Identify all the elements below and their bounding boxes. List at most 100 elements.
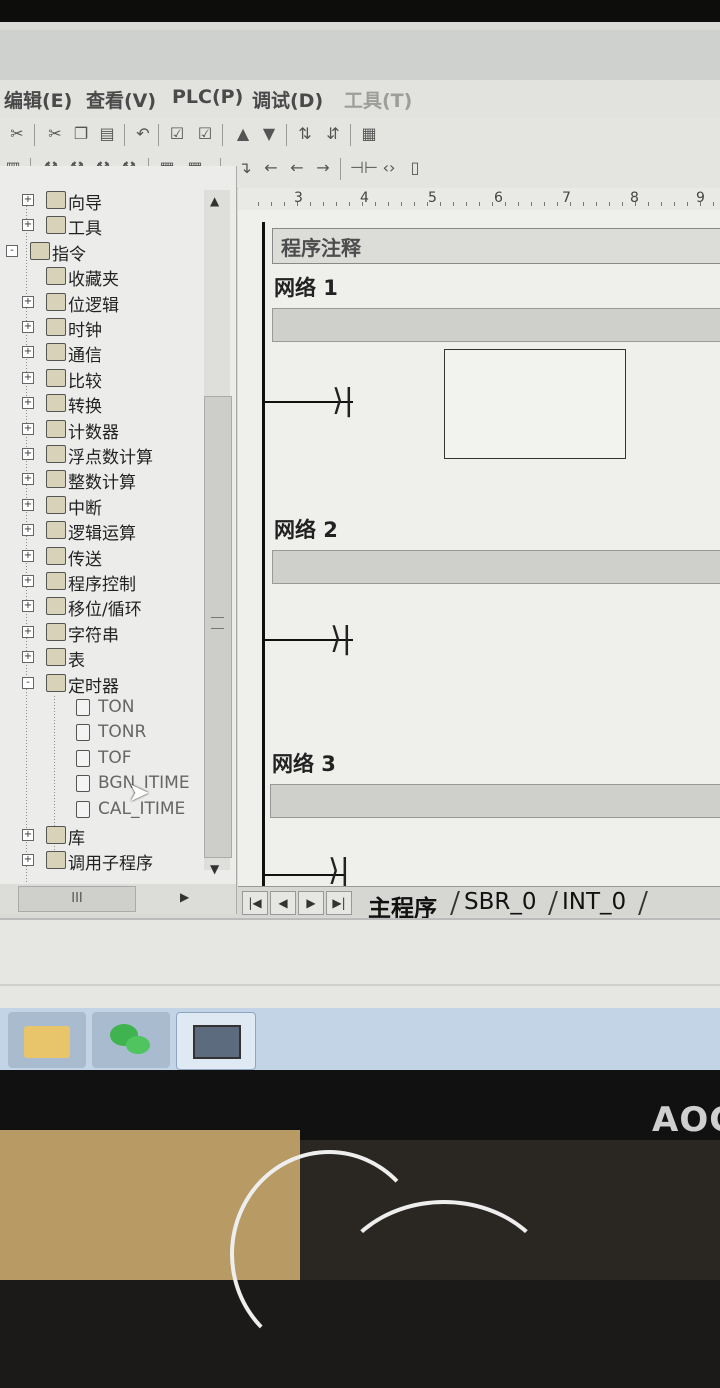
expand-icon[interactable]: + bbox=[22, 854, 34, 867]
menu-debug[interactable]: 调试(D) bbox=[252, 86, 323, 113]
wechat-icon[interactable] bbox=[92, 1012, 170, 1068]
network-title[interactable]: 网络 2 bbox=[274, 514, 338, 544]
menu-plc[interactable]: PLC(P) bbox=[172, 86, 243, 108]
output-splitter[interactable] bbox=[0, 984, 720, 986]
step7-microwin-icon[interactable] bbox=[176, 1012, 256, 1070]
folder-icon bbox=[46, 470, 66, 489]
scroll-right-icon[interactable]: ▶ bbox=[180, 890, 189, 904]
cable bbox=[330, 1200, 558, 1388]
coil-insert-icon[interactable]: ‹› bbox=[378, 158, 400, 177]
program-comment-label: 程序注释 bbox=[281, 236, 361, 260]
expand-icon[interactable]: + bbox=[22, 397, 34, 410]
open-contact-icon[interactable]: ⟩| bbox=[328, 856, 350, 886]
tree-scroll-thumb[interactable] bbox=[204, 396, 232, 858]
explorer-icon[interactable] bbox=[8, 1012, 86, 1068]
tree-item-label: 字符串 bbox=[68, 625, 119, 646]
upload-icon[interactable]: ▲ bbox=[232, 124, 254, 143]
expand-icon[interactable]: + bbox=[22, 524, 34, 537]
title-bar bbox=[0, 30, 720, 80]
expand-icon[interactable]: + bbox=[22, 194, 34, 206]
line-right-icon[interactable]: → bbox=[312, 158, 334, 177]
open-contact-icon[interactable]: ⟩| bbox=[330, 621, 352, 657]
expand-icon[interactable]: + bbox=[22, 346, 34, 359]
expand-icon[interactable]: + bbox=[22, 371, 34, 384]
compile-icon[interactable]: ☑ bbox=[166, 124, 188, 143]
expand-icon[interactable]: + bbox=[22, 422, 34, 435]
last-tab-button[interactable]: ▶| bbox=[326, 891, 352, 915]
sort-desc-icon[interactable]: ⇵ bbox=[322, 124, 344, 143]
tree-item-label: 定时器 bbox=[68, 676, 119, 697]
menu-tools[interactable]: 工具(T) bbox=[344, 86, 412, 113]
line-left-icon[interactable]: ← bbox=[260, 158, 282, 177]
download-icon[interactable]: ▼ bbox=[258, 124, 280, 143]
expand-icon[interactable]: + bbox=[22, 498, 34, 511]
taskbar bbox=[0, 1008, 720, 1070]
tab-int0[interactable]: INT_0 bbox=[562, 889, 626, 915]
scroll-down-icon[interactable]: ▼ bbox=[210, 862, 219, 876]
network-title[interactable]: 网络 3 bbox=[272, 748, 336, 778]
expand-icon[interactable]: + bbox=[22, 600, 34, 613]
scissors-icon[interactable]: ✂ bbox=[6, 124, 28, 143]
tree-item-label: 工具 bbox=[68, 219, 102, 240]
box-insert-icon[interactable]: ▯ bbox=[404, 158, 426, 177]
collapse-icon[interactable]: - bbox=[22, 676, 34, 689]
scissors-icon[interactable]: ✂ bbox=[44, 124, 66, 143]
copy-icon[interactable]: ❐ bbox=[70, 124, 92, 143]
mouse-cursor-icon: ➤ bbox=[128, 778, 150, 808]
tab-sbr0[interactable]: SBR_0 bbox=[464, 889, 537, 915]
instruction-icon bbox=[76, 724, 90, 742]
expand-icon[interactable]: + bbox=[22, 448, 34, 460]
expand-icon[interactable]: + bbox=[22, 295, 34, 308]
network-comment[interactable] bbox=[272, 550, 720, 584]
folder-icon bbox=[46, 546, 66, 565]
line-down-icon[interactable]: ↴ bbox=[234, 158, 256, 177]
expand-icon[interactable]: + bbox=[22, 473, 34, 486]
block-icon[interactable]: ▦ bbox=[358, 124, 380, 143]
tree-item-label: TOF bbox=[98, 747, 132, 768]
folder-icon bbox=[30, 241, 50, 260]
expand-icon[interactable]: + bbox=[22, 321, 34, 333]
folder-icon bbox=[46, 521, 66, 540]
program-comment[interactable]: 程序注释 bbox=[272, 228, 720, 264]
tree-item-label: 浮点数计算 bbox=[68, 448, 153, 468]
tree-item-label: 通信 bbox=[68, 346, 102, 367]
tree-item-label: 时钟 bbox=[68, 321, 102, 341]
folder-icon bbox=[46, 597, 66, 616]
instruction-box[interactable] bbox=[444, 349, 626, 459]
scroll-up-icon[interactable]: ▲ bbox=[210, 194, 219, 208]
expand-icon[interactable]: + bbox=[22, 219, 34, 232]
sort-asc-icon[interactable]: ⇅ bbox=[294, 124, 316, 143]
instruction-tree: + 向导 + 工具 - 指令 收藏夹 + 位逻辑 + 时钟 + 通信 + 比较 + 转换 + 计数器 + 浮点数计算 + 整… bbox=[0, 166, 237, 914]
expand-icon[interactable]: + bbox=[22, 829, 34, 841]
tree-hscroll-thumb[interactable]: III bbox=[18, 886, 136, 912]
compile-all-icon[interactable]: ☑ bbox=[194, 124, 216, 143]
tree-item-label: 逻辑运算 bbox=[68, 524, 136, 545]
expand-icon[interactable]: + bbox=[22, 549, 34, 562]
expand-icon[interactable]: + bbox=[22, 575, 34, 587]
tree-item-label: 中断 bbox=[68, 498, 102, 519]
collapse-icon[interactable]: - bbox=[6, 244, 18, 257]
next-tab-button[interactable]: ▶ bbox=[298, 891, 324, 915]
folder-icon bbox=[46, 648, 66, 667]
open-contact-icon[interactable]: ⟩| bbox=[332, 383, 354, 419]
toolbar-standard: ✂ ✂ ❐ ▤ ↶ ☑ ☑ ▲ ▼ ⇅ ⇵ ▦ bbox=[0, 118, 720, 153]
prev-tab-button[interactable]: ◀ bbox=[270, 891, 296, 915]
expand-icon[interactable]: + bbox=[22, 651, 34, 664]
tree-item-label: TON bbox=[98, 697, 135, 717]
line-left-icon[interactable]: ← bbox=[286, 158, 308, 177]
paste-icon[interactable]: ▤ bbox=[96, 124, 118, 143]
first-tab-button[interactable]: |◀ bbox=[242, 891, 268, 915]
undo-icon[interactable]: ↶ bbox=[132, 124, 154, 143]
menu-view[interactable]: 查看(V) bbox=[86, 86, 156, 113]
output-window bbox=[0, 918, 720, 1012]
folder-icon bbox=[46, 826, 66, 844]
network-comment[interactable] bbox=[272, 308, 720, 342]
tree-item-label: 指令 bbox=[52, 244, 86, 265]
menu-edit[interactable]: 编辑(E) bbox=[4, 86, 72, 113]
network-title[interactable]: 网络 1 bbox=[274, 272, 338, 302]
expand-icon[interactable]: + bbox=[22, 625, 34, 638]
contact-insert-icon[interactable]: ⊣⊢ bbox=[350, 158, 378, 177]
network-comment[interactable] bbox=[270, 784, 720, 818]
tree-item-label: 比较 bbox=[68, 371, 102, 392]
tree-horizontal-scrollbar[interactable]: III ▶ bbox=[0, 884, 236, 914]
